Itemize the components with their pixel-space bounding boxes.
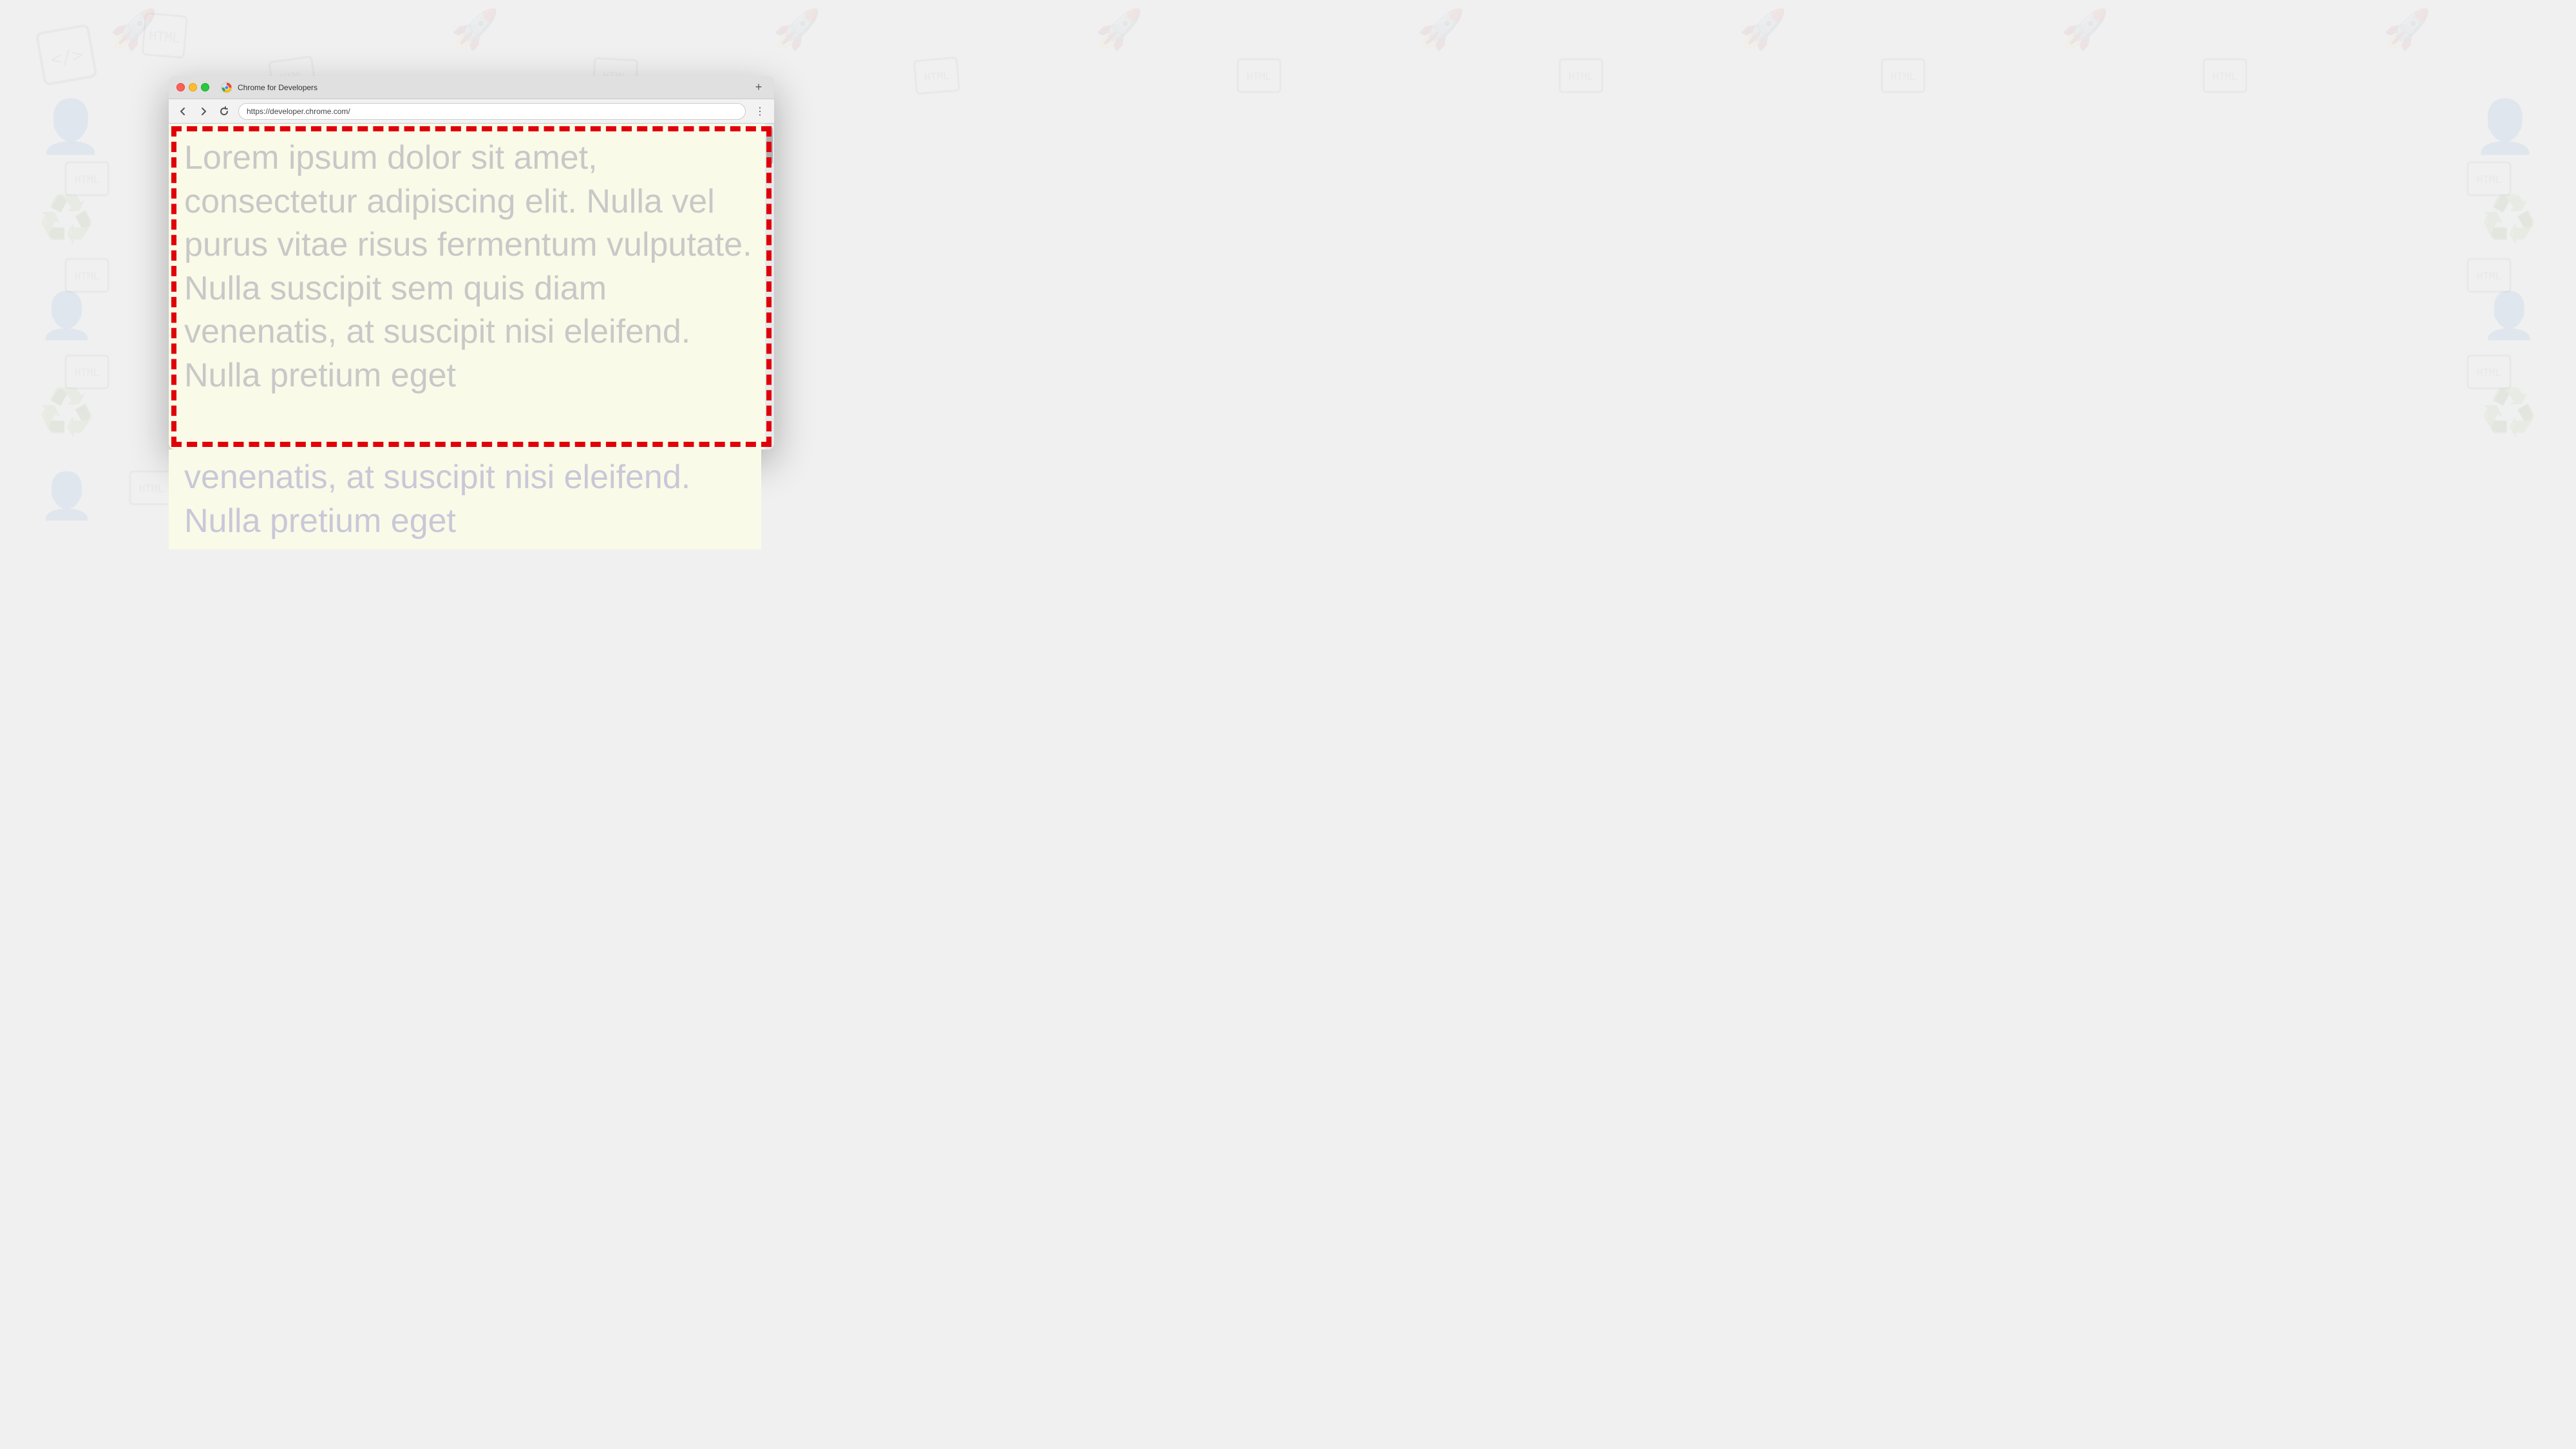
bg-html-5: HTML: [1558, 58, 1604, 97]
svg-text:HTML: HTML: [139, 482, 164, 495]
bg-cycle-r2: ♻️: [2481, 386, 2537, 439]
bg-html-7: HTML: [2202, 58, 2248, 97]
bg-html-r2: HTML: [2467, 258, 2512, 296]
svg-text:HTML: HTML: [2477, 173, 2502, 185]
svg-text:HTML: HTML: [924, 69, 950, 83]
scrollbar-thumb[interactable]: [766, 126, 773, 165]
browser-menu-button[interactable]: ⋮: [751, 102, 769, 120]
bg-html-mid-2: HTML: [64, 258, 109, 296]
bg-cycle-r1: ♻️: [2481, 193, 2537, 246]
page-content: Lorem ipsum dolor sit amet, consectetur …: [169, 124, 774, 450]
below-browser-text: venenatis, at suscipit nisi eleifend. Nu…: [169, 450, 761, 549]
refresh-button[interactable]: [215, 102, 233, 120]
bg-html-r3: HTML: [2467, 354, 2512, 393]
svg-text:HTML: HTML: [2213, 70, 2238, 82]
bg-html-mid-3: HTML: [64, 354, 109, 393]
bg-html-6: HTML: [1880, 58, 1926, 97]
bg-html-mid-1: HTML: [64, 161, 109, 200]
forward-button[interactable]: [194, 102, 213, 120]
svg-text:</>: </>: [49, 44, 85, 70]
bg-html-r1: HTML: [2467, 161, 2512, 200]
bg-person-r2: 👤: [2481, 290, 2537, 343]
svg-text:HTML: HTML: [1247, 70, 1272, 82]
nav-bar: https://developer.chrome.com/ ⋮: [169, 99, 774, 124]
bg-person-b1: 👤: [39, 470, 95, 523]
bg-rocket-icon-3: 🚀: [773, 6, 821, 52]
bg-person-r1: 👤: [2473, 97, 2537, 157]
bg-rocket-icon-4: 🚀: [1095, 6, 1143, 52]
bg-icon: HTML: [139, 11, 189, 70]
maximize-button[interactable]: [201, 83, 209, 91]
bg-rocket-icon: 🚀: [109, 6, 158, 52]
svg-text:HTML: HTML: [2477, 366, 2502, 379]
bg-rocket-icon-5: 🚀: [1417, 6, 1465, 52]
scrollbar[interactable]: [765, 124, 774, 450]
traffic-lights: [176, 83, 209, 91]
bg-rocket-icon-2: 🚀: [451, 6, 499, 52]
bg-html-4: HTML: [1236, 58, 1282, 97]
lorem-ipsum-text: Lorem ipsum dolor sit amet, consectetur …: [169, 124, 774, 411]
bg-cycle-2: ♻️: [39, 386, 95, 439]
bg-person-1: 👤: [39, 97, 103, 157]
bg-rocket-icon-7: 🚀: [2061, 6, 2109, 52]
svg-text:HTML: HTML: [75, 366, 100, 379]
browser-window: Chrome for Developers + https://develope…: [169, 76, 774, 450]
new-tab-button[interactable]: +: [751, 80, 766, 95]
url-text: https://developer.chrome.com/: [247, 107, 737, 116]
title-bar: Chrome for Developers +: [169, 76, 774, 99]
bg-icon: </>: [33, 21, 102, 102]
minimize-button[interactable]: [189, 83, 197, 91]
svg-text:HTML: HTML: [1569, 70, 1594, 82]
address-bar[interactable]: https://developer.chrome.com/: [238, 103, 746, 120]
chrome-logo-icon: [221, 82, 232, 93]
bg-html-3: HTML: [913, 56, 961, 104]
bg-html-b1: HTML: [129, 470, 174, 509]
svg-text:HTML: HTML: [1891, 70, 1916, 82]
bg-rocket-icon-6: 🚀: [1739, 6, 1787, 52]
bg-cycle-1: ♻️: [39, 193, 95, 246]
back-button[interactable]: [174, 102, 192, 120]
tab-title: Chrome for Developers: [238, 83, 746, 92]
bg-person-2: 👤: [39, 290, 95, 343]
bg-rocket-icon-8: 🚀: [2383, 6, 2431, 52]
close-button[interactable]: [176, 83, 185, 91]
svg-text:HTML: HTML: [148, 28, 180, 46]
svg-text:HTML: HTML: [2477, 270, 2502, 282]
svg-text:HTML: HTML: [75, 270, 100, 282]
svg-text:HTML: HTML: [75, 173, 100, 185]
